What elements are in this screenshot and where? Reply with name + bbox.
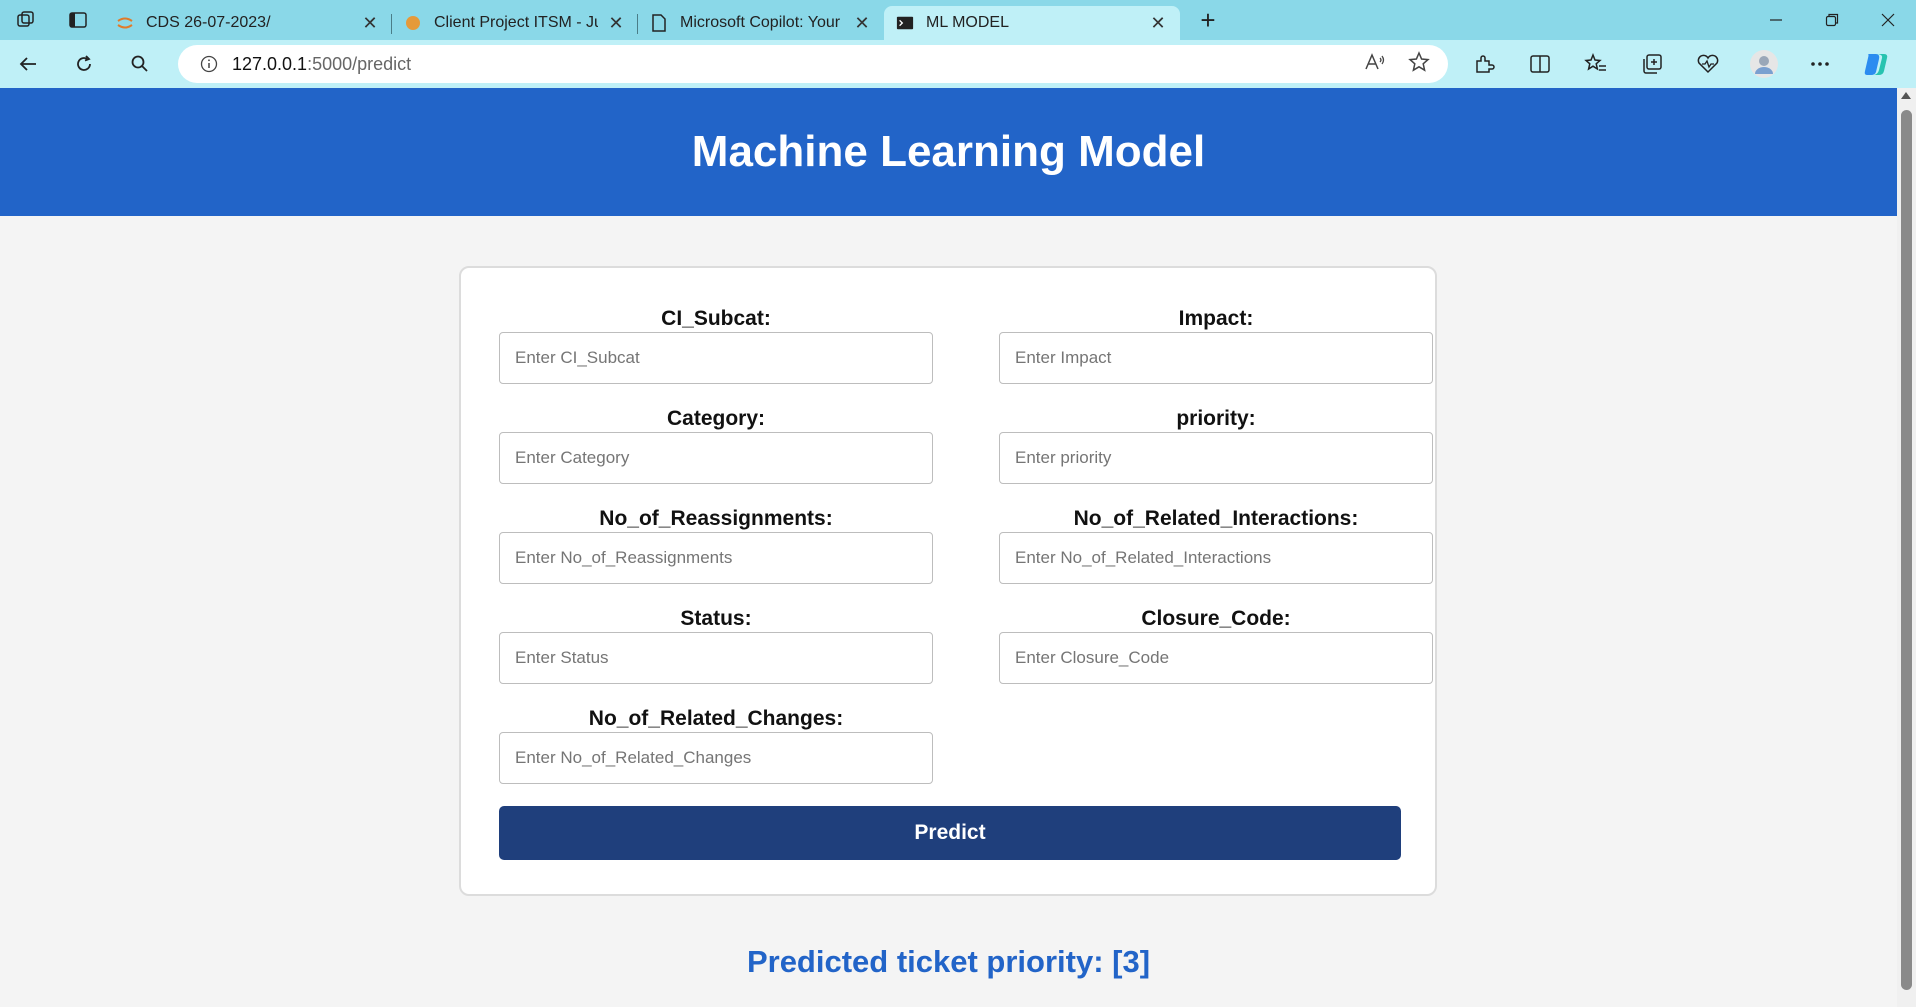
field-no-of-related-interactions: No_of_Related_Interactions:	[999, 506, 1433, 584]
toolbar-right	[1456, 40, 1904, 88]
page-icon	[650, 14, 668, 32]
tab-bar: CDS 26-07-2023/ ✕ Client Project ITSM - …	[0, 0, 1916, 40]
minimize-icon[interactable]	[1748, 0, 1804, 40]
page-title: Machine Learning Model	[691, 127, 1206, 176]
page-header: Machine Learning Model	[0, 88, 1897, 216]
favorite-star-icon[interactable]	[1408, 50, 1430, 78]
field-closure-code: Closure_Code:	[999, 606, 1433, 684]
vertical-scrollbar[interactable]	[1897, 88, 1916, 1007]
tab-title: ML MODEL	[926, 14, 1009, 31]
close-icon[interactable]: ✕	[1148, 13, 1168, 34]
site-info-icon[interactable]	[200, 55, 218, 73]
terminal-icon	[896, 14, 914, 32]
jupyter-icon	[116, 14, 134, 32]
close-window-icon[interactable]	[1860, 0, 1916, 40]
related-interactions-input[interactable]	[999, 532, 1433, 584]
field-no-of-related-changes: No_of_Related_Changes:	[499, 706, 933, 784]
status-input[interactable]	[499, 632, 933, 684]
prediction-result: Predicted ticket priority: [3]	[0, 944, 1897, 980]
ci-subcat-input[interactable]	[499, 332, 933, 384]
copilot-icon[interactable]	[1848, 40, 1904, 88]
field-label: CI_Subcat:	[661, 307, 771, 330]
window-controls	[1748, 0, 1916, 40]
impact-input[interactable]	[999, 332, 1433, 384]
reassignments-input[interactable]	[499, 532, 933, 584]
related-changes-input[interactable]	[499, 732, 933, 784]
profile-avatar-icon[interactable]	[1736, 40, 1792, 88]
page-viewport: Machine Learning Model CI_Subcat: Impact…	[0, 88, 1897, 1007]
address-bar[interactable]: 127.0.0.1:5000/predict	[178, 45, 1448, 83]
field-category: Category:	[499, 406, 933, 484]
tab-cds[interactable]: CDS 26-07-2023/ ✕	[104, 6, 392, 40]
back-icon[interactable]	[0, 40, 56, 88]
url-path: :5000/predict	[307, 53, 412, 74]
more-options-icon[interactable]	[1792, 40, 1848, 88]
jupyter-orange-icon	[404, 14, 422, 32]
scroll-up-icon[interactable]	[1901, 92, 1911, 99]
priority-input[interactable]	[999, 432, 1433, 484]
tab-title: Client Project ITSM - Jupyter Not	[434, 14, 598, 31]
extensions-icon[interactable]	[1456, 40, 1512, 88]
restore-icon[interactable]	[1804, 0, 1860, 40]
field-impact: Impact:	[999, 306, 1433, 384]
navigation-bar: 127.0.0.1:5000/predict	[0, 40, 1916, 88]
favorites-icon[interactable]	[1568, 40, 1624, 88]
new-tab-button[interactable]: +	[1188, 5, 1228, 36]
field-label: Status:	[680, 607, 752, 630]
split-screen-icon[interactable]	[1512, 40, 1568, 88]
field-label: priority:	[1176, 407, 1256, 430]
field-priority: priority:	[999, 406, 1433, 484]
field-label: Category:	[666, 407, 766, 430]
field-status: Status:	[499, 606, 933, 684]
tab-copilot[interactable]: Microsoft Copilot: Your everyday ✕	[638, 6, 884, 40]
tab-title: CDS 26-07-2023/	[146, 14, 271, 31]
prediction-form: CI_Subcat: Impact: Category: priority: N…	[459, 266, 1437, 896]
tab-client-project[interactable]: Client Project ITSM - Jupyter Not ✕	[392, 6, 638, 40]
browser-essentials-icon[interactable]	[1680, 40, 1736, 88]
scrollbar-thumb[interactable]	[1901, 110, 1912, 990]
prediction-result-text: Predicted ticket priority: [3]	[746, 944, 1151, 979]
category-input[interactable]	[499, 432, 933, 484]
close-icon[interactable]: ✕	[606, 13, 626, 34]
closure-code-input[interactable]	[999, 632, 1433, 684]
workspaces-icon[interactable]	[0, 0, 52, 40]
refresh-icon[interactable]	[56, 40, 112, 88]
search-icon[interactable]	[112, 40, 168, 88]
field-label: No_of_Related_Interactions:	[1073, 507, 1359, 530]
tab-title: Microsoft Copilot: Your everyday	[680, 14, 844, 31]
field-ci-subcat: CI_Subcat:	[499, 306, 933, 384]
close-icon[interactable]: ✕	[852, 13, 872, 34]
close-icon[interactable]: ✕	[360, 13, 380, 34]
tab-actions-icon[interactable]	[52, 0, 104, 40]
collections-icon[interactable]	[1624, 40, 1680, 88]
url-host: 127.0.0.1	[232, 53, 308, 74]
field-label: Impact:	[1178, 307, 1254, 330]
field-label: No_of_Related_Changes:	[588, 707, 844, 730]
predict-button[interactable]: Predict	[499, 806, 1401, 860]
field-label: No_of_Reassignments:	[599, 507, 833, 530]
field-no-of-reassignments: No_of_Reassignments:	[499, 506, 933, 584]
tab-ml-model[interactable]: ML MODEL ✕	[884, 6, 1180, 40]
field-label: Closure_Code:	[1141, 607, 1291, 630]
read-aloud-icon[interactable]	[1364, 52, 1386, 77]
